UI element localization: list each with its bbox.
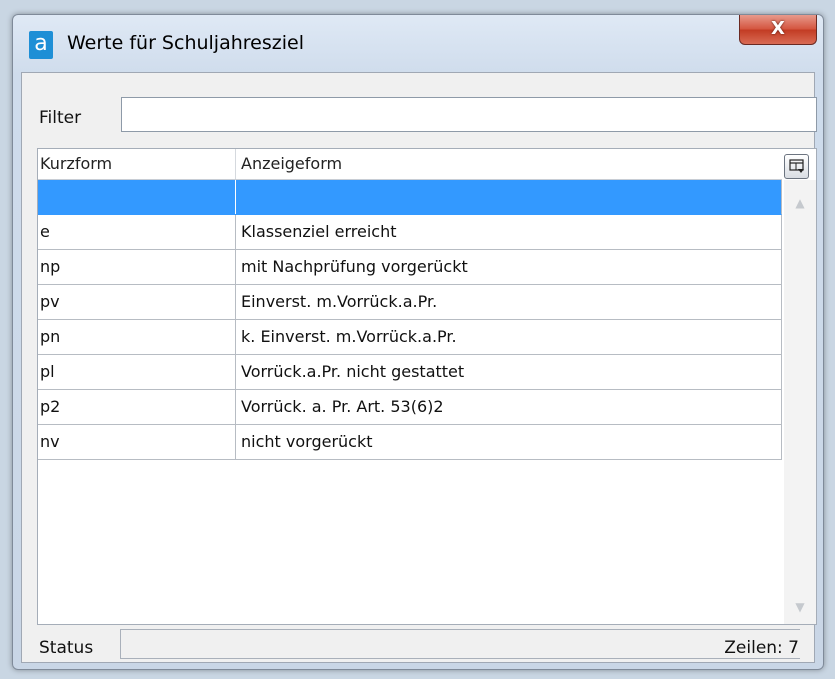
cell-anzeigeform: k. Einverst. m.Vorrück.a.Pr.: [241, 327, 457, 346]
cell-kurzform: pl: [38, 355, 236, 389]
values-grid: Kurzform Anzeigeform e Klassenziel errei…: [37, 148, 817, 625]
table-row[interactable]: pl Vorrück.a.Pr. nicht gestattet: [38, 355, 782, 390]
cell-kurzform: e: [38, 215, 236, 249]
cell-kurzform: pv: [38, 285, 236, 319]
dialog-window: a Werte für Schuljahresziel X Filter Kur…: [12, 14, 824, 670]
filter-label: Filter: [39, 108, 82, 128]
close-button[interactable]: X: [739, 15, 817, 45]
dialog-body: Filter Kurzform Anzeigeform e Klassenzie…: [21, 72, 817, 663]
cell-anzeigeform: Vorrück. a. Pr. Art. 53(6)2: [241, 397, 444, 416]
status-label: Status: [39, 638, 94, 658]
row-count: Zeilen: 7: [724, 638, 799, 658]
table-row[interactable]: np mit Nachprüfung vorgerückt: [38, 250, 782, 285]
table-row[interactable]: p2 Vorrück. a. Pr. Art. 53(6)2: [38, 390, 782, 425]
filter-input[interactable]: [121, 97, 817, 132]
title-bar[interactable]: a Werte für Schuljahresziel X: [13, 15, 823, 73]
grid-header: Kurzform Anzeigeform: [38, 149, 782, 180]
cell-kurzform: pn: [38, 320, 236, 354]
table-row[interactable]: pn k. Einverst. m.Vorrück.a.Pr.: [38, 320, 782, 355]
status-field: [120, 629, 800, 659]
cell-kurzform: p2: [38, 390, 236, 424]
scroll-up-icon[interactable]: ▲: [790, 196, 810, 210]
cell-anzeigeform: Einverst. m.Vorrück.a.Pr.: [241, 292, 438, 311]
column-chooser-icon[interactable]: [784, 154, 809, 179]
table-row[interactable]: e Klassenziel erreicht: [38, 215, 782, 250]
column-header-anzeigeform[interactable]: Anzeigeform: [236, 149, 782, 179]
table-row[interactable]: pv Einverst. m.Vorrück.a.Pr.: [38, 285, 782, 320]
cell-kurzform: np: [38, 250, 236, 284]
scroll-down-icon[interactable]: ▼: [790, 600, 810, 614]
cell-anzeigeform: Vorrück.a.Pr. nicht gestattet: [241, 362, 465, 381]
column-header-kurzform[interactable]: Kurzform: [38, 149, 236, 179]
grid-rows: e Klassenziel erreicht np mit Nachprüfun…: [38, 180, 782, 460]
vertical-scrollbar[interactable]: ▲ ▼: [784, 180, 816, 624]
table-row[interactable]: nv nicht vorgerückt: [38, 425, 782, 460]
cell-kurzform: nv: [38, 425, 236, 459]
table-row[interactable]: [38, 180, 782, 215]
app-icon: a: [29, 31, 53, 59]
cell-anzeigeform: mit Nachprüfung vorgerückt: [241, 257, 468, 276]
window-title: Werte für Schuljahresziel: [67, 32, 304, 54]
cell-anzeigeform: [236, 180, 780, 214]
cell-anzeigeform: Klassenziel erreicht: [241, 222, 397, 241]
cell-anzeigeform: nicht vorgerückt: [241, 432, 373, 451]
cell-kurzform: [38, 180, 236, 214]
